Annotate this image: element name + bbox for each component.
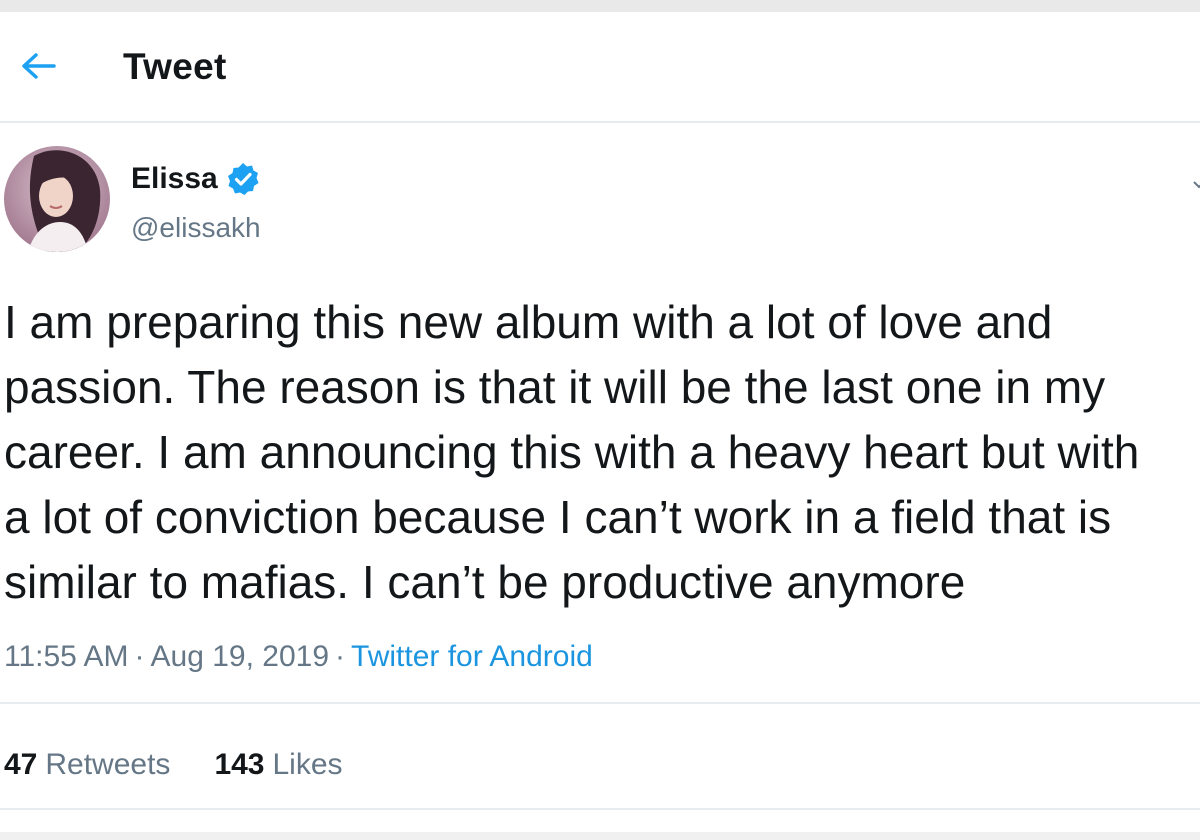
tweet-text-line: I am preparing this new album with a lot… <box>4 296 1053 348</box>
divider <box>0 702 1200 704</box>
page-bottom-band <box>0 832 1200 840</box>
tweet-text-line: a lot of conviction because I can’t work… <box>4 491 1112 543</box>
author-display-name: Elissa <box>131 162 218 195</box>
arrow-left-icon <box>18 50 58 87</box>
tweet-text-line: similar to mafias. I can’t be productive… <box>4 556 966 608</box>
retweets-stat[interactable]: 47 Retweets <box>4 748 170 782</box>
author-name[interactable]: Elissa <box>131 162 260 196</box>
avatar[interactable] <box>4 146 110 252</box>
tweet-source-link[interactable]: Twitter for Android <box>351 640 593 673</box>
verified-badge-icon <box>226 162 260 196</box>
likes-count: 143 <box>214 748 265 781</box>
tweet-text-line: passion. The reason is that it will be t… <box>4 361 1106 413</box>
meta-separator: · <box>335 640 346 673</box>
page-title: Tweet <box>123 46 227 87</box>
chevron-down-icon[interactable] <box>1192 178 1200 192</box>
retweets-count: 47 <box>4 748 38 781</box>
tweet-stats: 47 Retweets 143 Likes <box>4 748 387 782</box>
likes-stat[interactable]: 143 Likes <box>214 748 342 782</box>
tweet-date[interactable]: Aug 19, 2019 <box>151 640 330 673</box>
tweet-meta: 11:55 AM · Aug 19, 2019 · Twitter for Androi… <box>4 640 593 674</box>
author-handle[interactable]: @elissakh <box>131 212 261 244</box>
page-header: Tweet <box>0 12 1200 123</box>
back-button[interactable] <box>14 48 62 88</box>
meta-separator: · <box>134 640 145 673</box>
retweets-label: Retweets <box>45 748 171 781</box>
divider <box>0 808 1200 810</box>
tweet-page: Tweet Elissa @elissakh I am preparing th… <box>0 0 1200 840</box>
tweet-time[interactable]: 11:55 AM <box>4 640 129 673</box>
likes-label: Likes <box>272 748 343 781</box>
tweet-text-line: career. I am announcing this with a heav… <box>4 426 1140 478</box>
tweet-text: I am preparing this new album with a lot… <box>4 290 1200 615</box>
